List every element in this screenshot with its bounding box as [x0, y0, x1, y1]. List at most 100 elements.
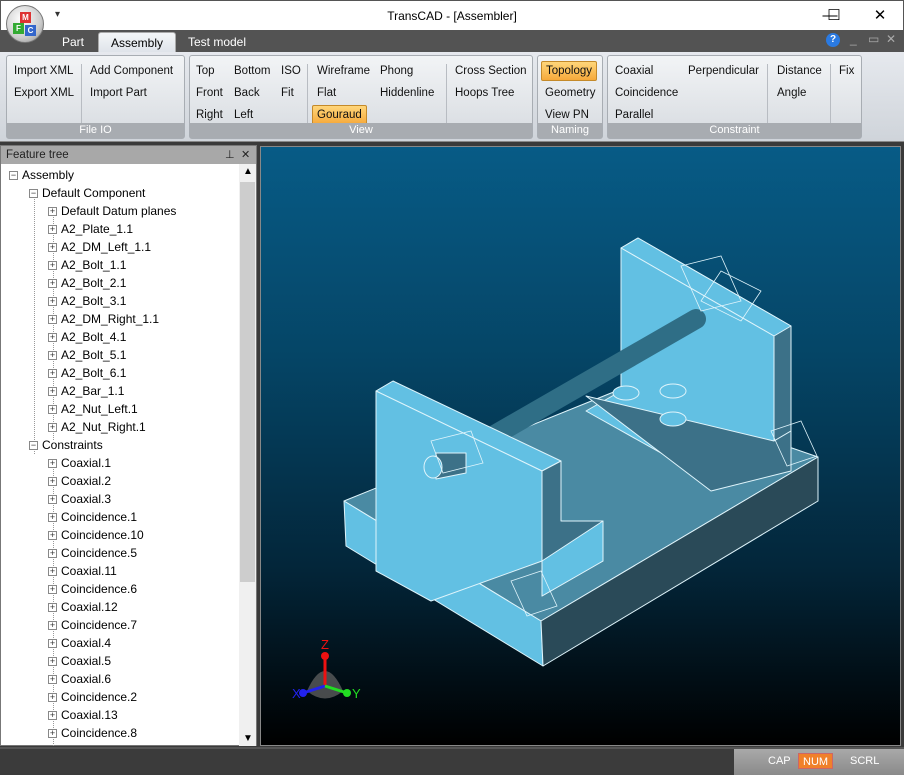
- tree-item[interactable]: + A2_Bolt_2.1: [48, 274, 126, 292]
- scrollbar-thumb[interactable]: [240, 182, 255, 582]
- expand-icon[interactable]: +: [48, 513, 57, 523]
- distance-button[interactable]: Distance: [773, 61, 826, 81]
- expand-icon[interactable]: +: [48, 369, 57, 379]
- expand-icon[interactable]: +: [48, 675, 57, 685]
- tree-item[interactable]: + A2_Nut_Right.1: [48, 418, 146, 436]
- tree-item[interactable]: + Coincidence.7: [48, 616, 137, 634]
- tree-item[interactable]: + A2_Bar_1.1: [48, 382, 124, 400]
- expand-icon[interactable]: +: [48, 261, 57, 271]
- expand-icon[interactable]: +: [48, 315, 57, 325]
- import-part-button[interactable]: Import Part: [86, 83, 151, 103]
- close-icon[interactable]: ✕: [865, 5, 895, 27]
- mdi-restore-icon[interactable]: ▭: [868, 32, 879, 46]
- collapse-icon[interactable]: −: [9, 171, 18, 181]
- geometry-button[interactable]: Geometry: [541, 83, 600, 103]
- tree-item[interactable]: + Coincidence.6: [48, 580, 137, 598]
- tree-item[interactable]: + Coaxial.5: [48, 652, 111, 670]
- tab-part[interactable]: Part: [50, 32, 96, 52]
- expand-icon[interactable]: +: [48, 279, 57, 289]
- tree-item[interactable]: + A2_Plate_1.1: [48, 220, 133, 238]
- expand-icon[interactable]: +: [48, 567, 57, 577]
- maximize-button[interactable]: ☐: [819, 5, 849, 27]
- tree-item[interactable]: + Coaxial.4: [48, 634, 111, 652]
- import-xml-button[interactable]: Import XML: [10, 61, 77, 81]
- tree-item[interactable]: +Coaxial.14: [48, 742, 118, 746]
- gouraud-button[interactable]: Gouraud: [312, 105, 367, 125]
- expand-icon[interactable]: +: [48, 297, 57, 307]
- top-view-button[interactable]: Top: [192, 61, 219, 81]
- parallel-button[interactable]: Parallel: [611, 105, 657, 125]
- tree-item[interactable]: + Coincidence.2: [48, 688, 137, 706]
- tree-item[interactable]: + A2_Bolt_6.1: [48, 364, 126, 382]
- expand-icon[interactable]: +: [48, 603, 57, 613]
- tree-item[interactable]: + Coaxial.12: [48, 598, 118, 616]
- expand-icon[interactable]: +: [48, 549, 57, 559]
- tree-item[interactable]: + Coaxial.6: [48, 670, 111, 688]
- export-xml-button[interactable]: Export XML: [10, 83, 78, 103]
- 3d-viewport[interactable]: Z X Y: [260, 146, 901, 746]
- expand-icon[interactable]: +: [48, 531, 57, 541]
- scroll-down-icon[interactable]: ▼: [243, 733, 253, 744]
- tree-item[interactable]: + Default Datum planes: [48, 202, 176, 220]
- expand-icon[interactable]: +: [48, 495, 57, 505]
- flat-button[interactable]: Flat: [313, 83, 340, 103]
- tree-item[interactable]: + A2_Bolt_1.1: [48, 256, 126, 274]
- mdi-close-icon[interactable]: ✕: [886, 32, 896, 46]
- tree-item[interactable]: + A2_Bolt_5.1: [48, 346, 126, 364]
- coaxial-button[interactable]: Coaxial: [611, 61, 657, 81]
- wireframe-button[interactable]: Wireframe: [313, 61, 374, 81]
- hiddenline-button[interactable]: Hiddenline: [376, 83, 438, 103]
- tree-item[interactable]: + Coaxial.13: [48, 706, 118, 724]
- expand-icon[interactable]: +: [48, 207, 57, 217]
- tree-item[interactable]: + Coaxial.11: [48, 562, 117, 580]
- tree-item[interactable]: + Coincidence.8: [48, 724, 137, 742]
- bottom-view-button[interactable]: Bottom: [230, 61, 274, 81]
- expand-icon[interactable]: +: [48, 351, 57, 361]
- close-panel-icon[interactable]: ✕: [241, 146, 250, 164]
- expand-icon[interactable]: +: [48, 405, 57, 415]
- tree-item[interactable]: + A2_Nut_Left.1: [48, 400, 138, 418]
- view-pn-button[interactable]: View PN: [541, 105, 593, 125]
- tree-item[interactable]: + A2_Bolt_4.1: [48, 328, 126, 346]
- expand-icon[interactable]: +: [48, 711, 57, 721]
- expand-icon[interactable]: +: [48, 333, 57, 343]
- collapse-icon[interactable]: −: [29, 189, 38, 199]
- tree-item[interactable]: + Coaxial.2: [48, 472, 111, 490]
- expand-icon[interactable]: +: [48, 477, 57, 487]
- perpendicular-button[interactable]: Perpendicular: [684, 61, 763, 81]
- hoops-tree-button[interactable]: Hoops Tree: [451, 83, 518, 103]
- expand-icon[interactable]: +: [48, 585, 57, 595]
- tree-item[interactable]: + A2_DM_Left_1.1: [48, 238, 151, 256]
- iso-view-button[interactable]: ISO: [277, 61, 305, 81]
- tree-item-constraints[interactable]: − Constraints: [29, 436, 103, 454]
- tree-item-assembly[interactable]: − Assembly: [9, 166, 74, 184]
- expand-icon[interactable]: +: [48, 243, 57, 253]
- scroll-up-icon[interactable]: ▲: [243, 166, 253, 177]
- angle-button[interactable]: Angle: [773, 83, 810, 103]
- expand-icon[interactable]: +: [48, 621, 57, 631]
- tree-item[interactable]: + Coincidence.1: [48, 508, 137, 526]
- mdi-minimize-icon[interactable]: _: [850, 32, 857, 46]
- back-view-button[interactable]: Back: [230, 83, 264, 103]
- expand-icon[interactable]: +: [48, 639, 57, 649]
- collapse-icon[interactable]: −: [29, 441, 38, 451]
- fit-button[interactable]: Fit: [277, 83, 298, 103]
- tree-item[interactable]: + A2_DM_Right_1.1: [48, 310, 159, 328]
- tree-item[interactable]: + Coincidence.5: [48, 544, 137, 562]
- app-logo[interactable]: M F C: [6, 5, 44, 43]
- tree-item[interactable]: + Coaxial.1: [48, 454, 111, 472]
- help-icon[interactable]: ?: [826, 33, 840, 47]
- tree-item[interactable]: + Coaxial.3: [48, 490, 111, 508]
- tree-item-default-component[interactable]: − Default Component: [29, 184, 145, 202]
- expand-icon[interactable]: +: [48, 693, 57, 703]
- expand-icon[interactable]: +: [48, 657, 57, 667]
- fix-button[interactable]: Fix: [835, 61, 858, 81]
- tree-item[interactable]: + Coincidence.10: [48, 526, 144, 544]
- expand-icon[interactable]: +: [48, 387, 57, 397]
- tree-item[interactable]: + A2_Bolt_3.1: [48, 292, 126, 310]
- expand-icon[interactable]: +: [48, 729, 57, 739]
- tab-test-model[interactable]: Test model: [176, 32, 258, 52]
- phong-button[interactable]: Phong: [376, 61, 417, 81]
- pin-icon[interactable]: ⊥: [225, 146, 235, 164]
- left-view-button[interactable]: Left: [230, 105, 257, 125]
